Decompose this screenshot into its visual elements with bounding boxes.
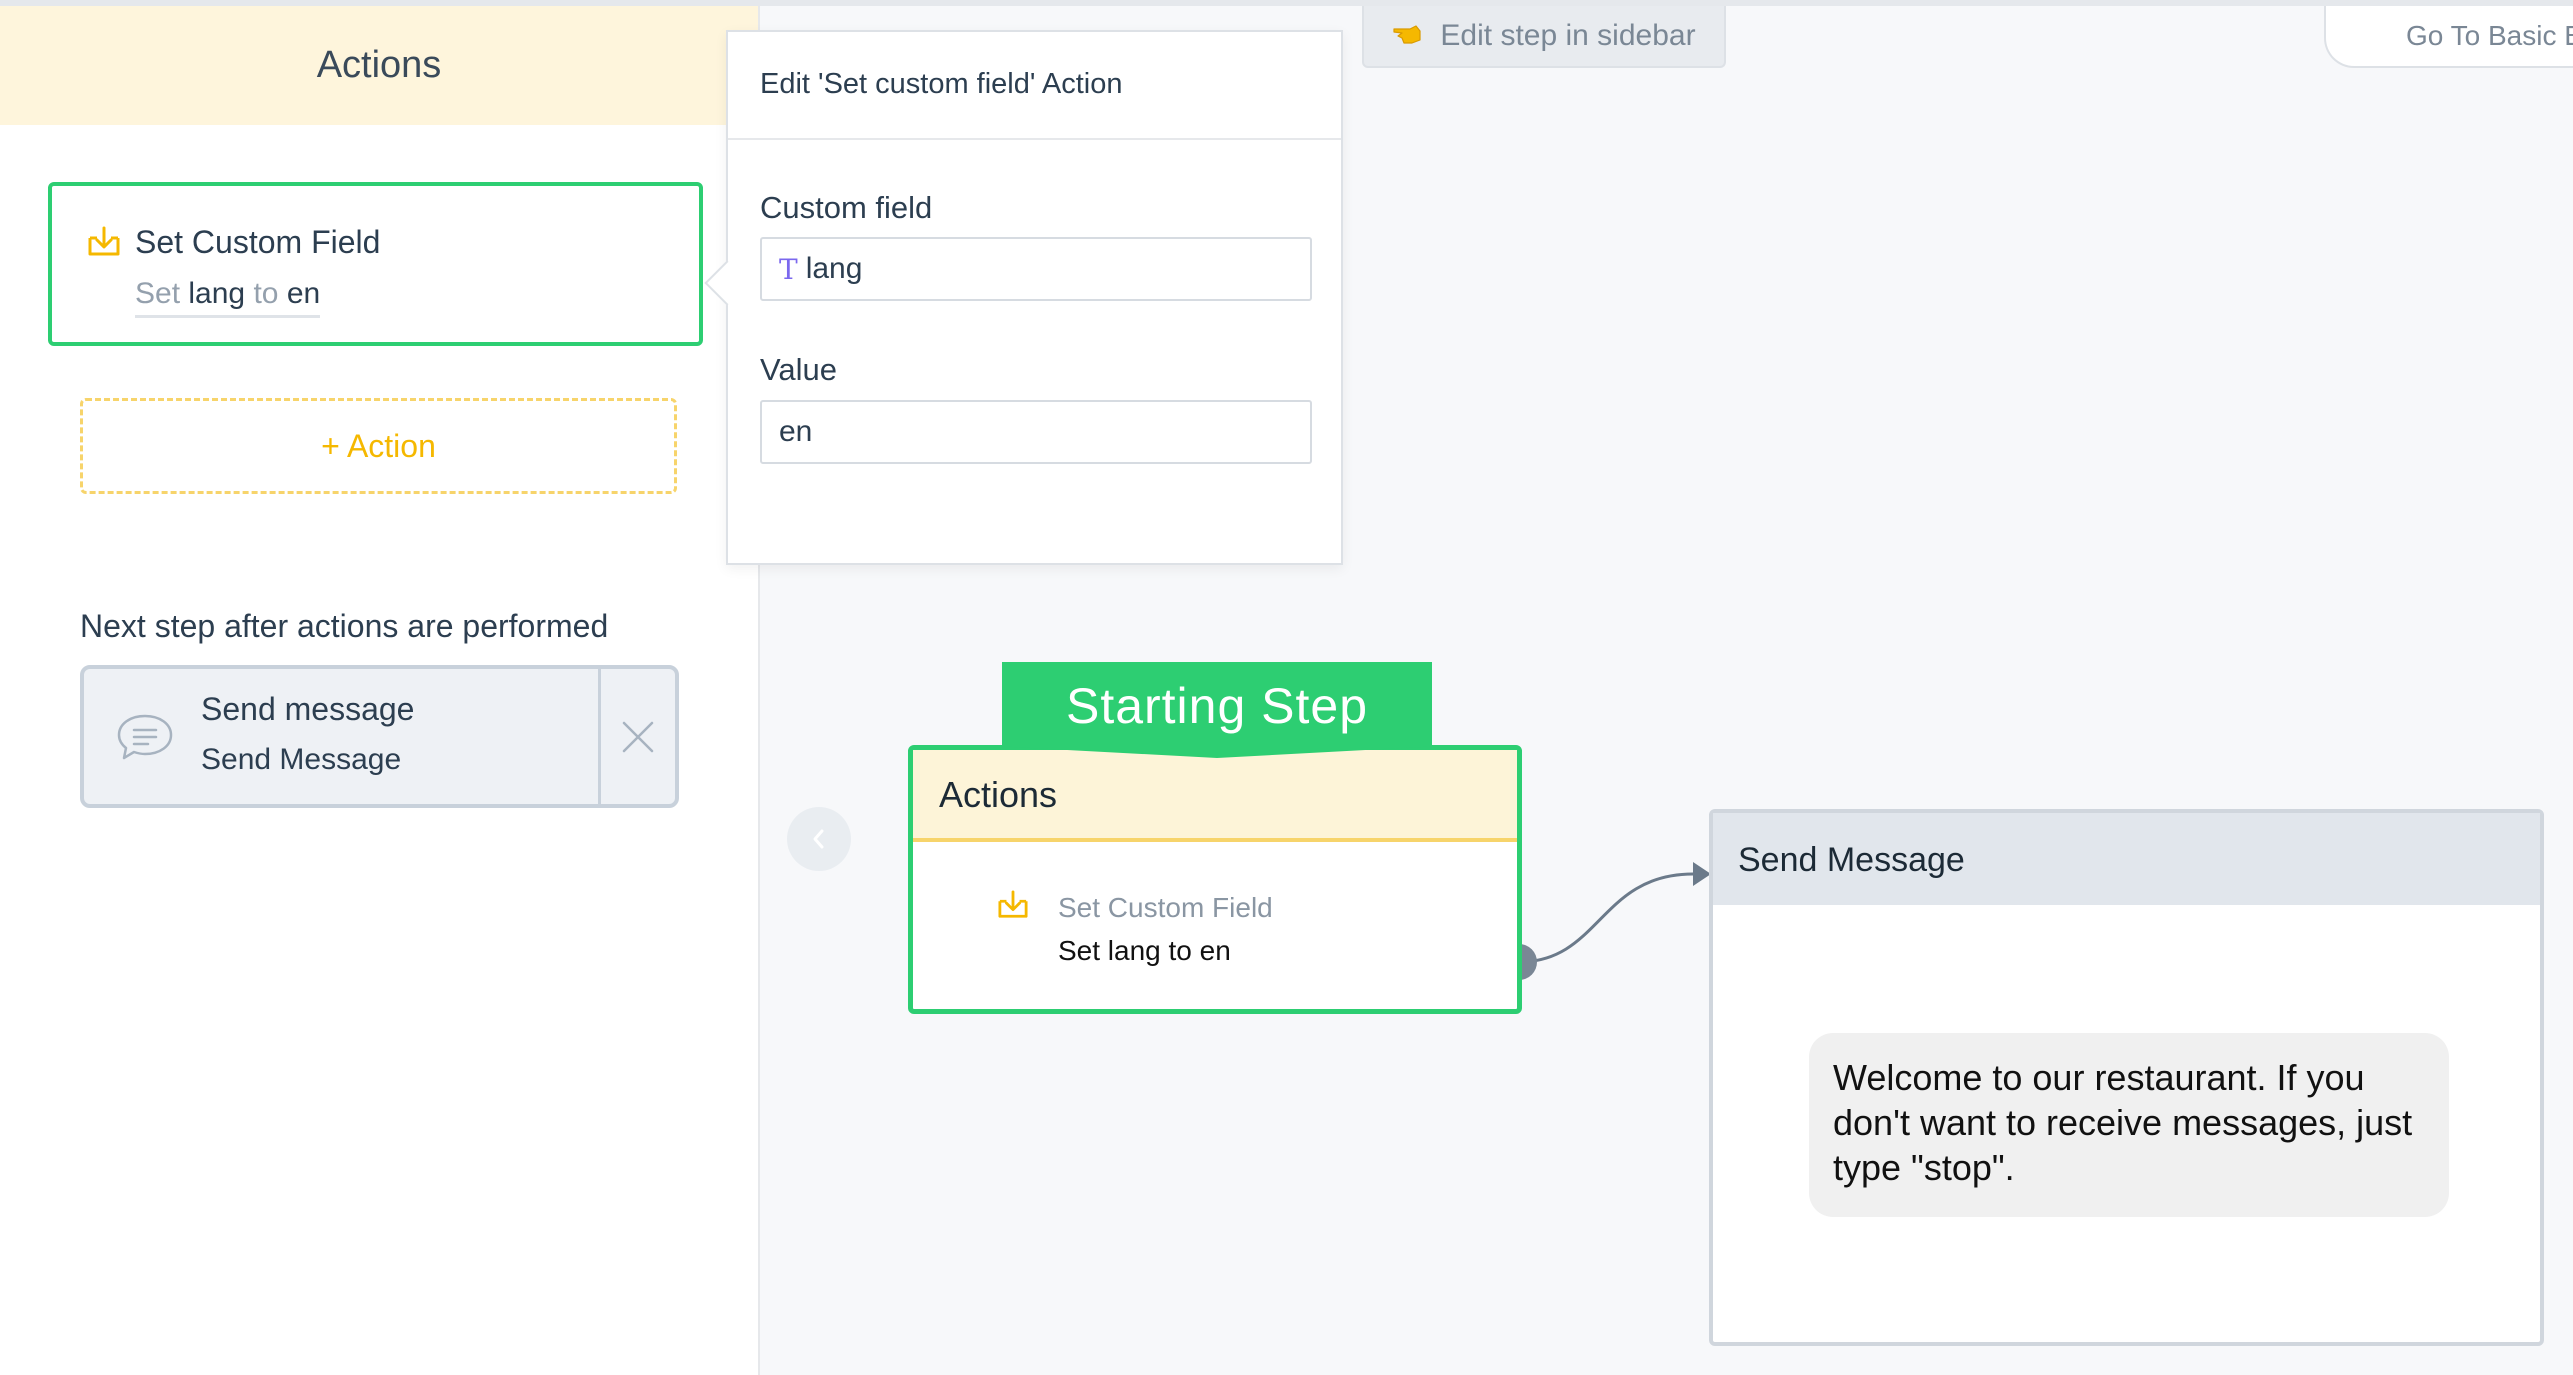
download-icon: [996, 890, 1030, 925]
starting-step-node[interactable]: Actions Set Custom Field Set lang to en: [908, 745, 1522, 1014]
send-node-header: Send Message: [1713, 813, 2540, 905]
send-message-node[interactable]: Send Message Welcome to our restaurant. …: [1709, 809, 2544, 1346]
start-node-action-desc: Set lang to en: [1058, 935, 1231, 966]
start-node-header-label: Actions: [939, 774, 1058, 815]
starting-step-banner: Starting Step: [1002, 662, 1432, 758]
message-bubble: Welcome to our restaurant. If you don't …: [1809, 1033, 2449, 1217]
send-node-header-label: Send Message: [1738, 841, 1965, 879]
start-node-action-title: Set Custom Field: [1058, 892, 1273, 923]
start-node-header: Actions: [913, 750, 1517, 842]
